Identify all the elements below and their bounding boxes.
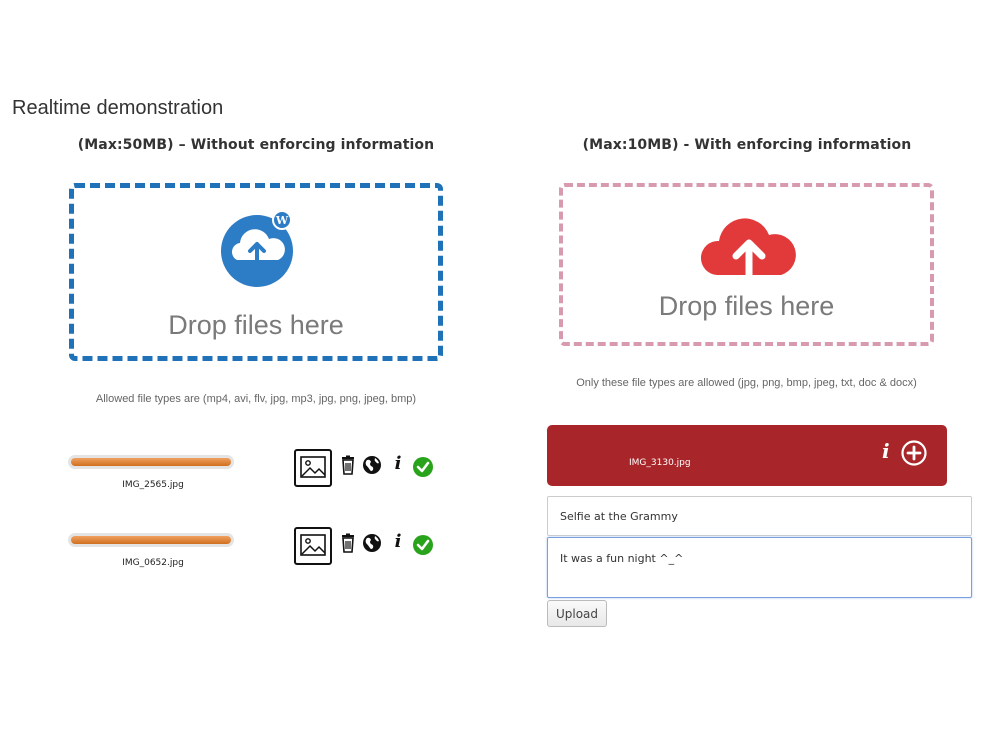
file-name: IMG_0652.jpg	[122, 558, 184, 568]
drop-files-text: Drop files here	[658, 291, 835, 321]
allowed-types-hint: Only these file types are allowed (jpg, …	[576, 377, 917, 389]
upload-button[interactable]: Upload	[547, 600, 607, 627]
plus-circle-icon[interactable]	[901, 440, 927, 466]
cloud-upload-wordpress-icon: W	[221, 210, 293, 287]
upload-progress-bar	[68, 533, 234, 547]
globe-icon[interactable]	[362, 455, 382, 475]
info-icon[interactable]: i	[882, 439, 890, 463]
upload-progress-fill	[71, 536, 231, 544]
file-card: IMG_3130.jpg i	[547, 425, 947, 486]
trash-icon[interactable]	[338, 455, 358, 475]
dropzone-without-enforcing[interactable]: W Drop files here	[69, 183, 443, 361]
dropzone-with-enforcing[interactable]: Drop files here	[559, 183, 934, 346]
description-textarea[interactable]: It was a fun night ^_^	[547, 537, 972, 598]
left-column-heading: (Max:50MB) – Without enforcing informati…	[77, 137, 435, 153]
svg-text:W: W	[275, 214, 289, 227]
trash-icon[interactable]	[338, 533, 358, 553]
globe-icon[interactable]	[362, 533, 382, 553]
page-title: Realtime demonstration	[12, 97, 224, 119]
cloud-upload-icon	[700, 218, 796, 281]
file-row: IMG_2565.jpg i	[66, 449, 446, 512]
upload-progress-bar	[68, 455, 234, 469]
upload-progress-fill	[71, 458, 231, 466]
check-success-icon	[413, 457, 433, 477]
file-name: IMG_3130.jpg	[629, 458, 691, 468]
allowed-types-hint: Allowed file types are (mp4, avi, flv, j…	[95, 393, 417, 405]
check-success-icon	[413, 535, 433, 555]
file-row: IMG_0652.jpg i	[66, 527, 446, 590]
image-thumbnail-icon[interactable]	[294, 527, 332, 565]
right-column-heading: (Max:10MB) - With enforcing information	[582, 137, 912, 153]
title-input[interactable]	[547, 496, 972, 536]
info-icon[interactable]: i	[388, 531, 408, 552]
image-thumbnail-icon[interactable]	[294, 449, 332, 487]
info-icon[interactable]: i	[388, 453, 408, 474]
drop-files-text: Drop files here	[168, 310, 344, 340]
file-name: IMG_2565.jpg	[122, 480, 184, 490]
